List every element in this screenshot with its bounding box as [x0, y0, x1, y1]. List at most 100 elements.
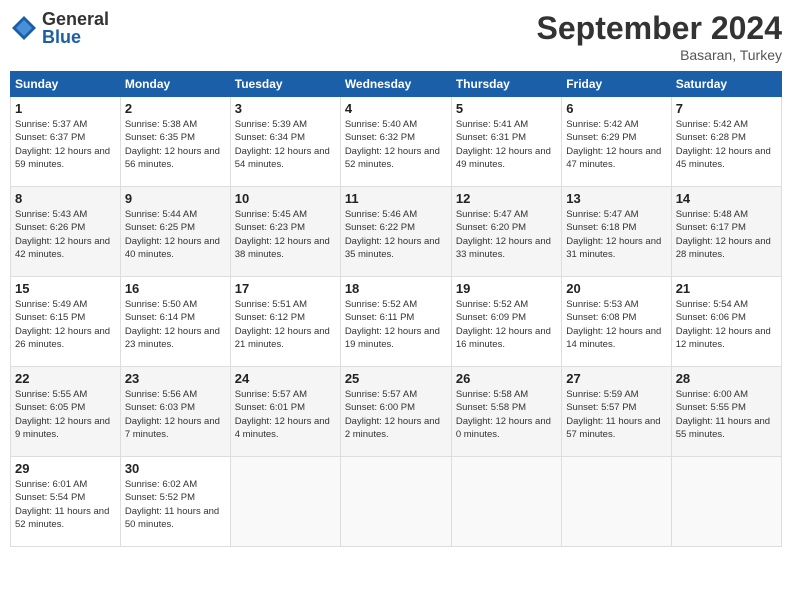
day-info: Sunrise: 5:40 AMSunset: 6:32 PMDaylight:… [345, 119, 440, 170]
col-sunday: Sunday [11, 72, 121, 97]
col-monday: Monday [120, 72, 230, 97]
col-friday: Friday [562, 72, 671, 97]
col-tuesday: Tuesday [230, 72, 340, 97]
day-info: Sunrise: 5:39 AMSunset: 6:34 PMDaylight:… [235, 119, 330, 170]
day-number: 28 [676, 371, 777, 386]
calendar-cell: 17 Sunrise: 5:51 AMSunset: 6:12 PMDaylig… [230, 277, 340, 367]
calendar-cell: 19 Sunrise: 5:52 AMSunset: 6:09 PMDaylig… [451, 277, 561, 367]
col-wednesday: Wednesday [340, 72, 451, 97]
calendar-cell: 15 Sunrise: 5:49 AMSunset: 6:15 PMDaylig… [11, 277, 121, 367]
calendar-cell [562, 457, 671, 547]
day-number: 13 [566, 191, 666, 206]
day-info: Sunrise: 5:51 AMSunset: 6:12 PMDaylight:… [235, 299, 330, 350]
calendar-row: 22 Sunrise: 5:55 AMSunset: 6:05 PMDaylig… [11, 367, 782, 457]
day-number: 22 [15, 371, 116, 386]
calendar-cell: 25 Sunrise: 5:57 AMSunset: 6:00 PMDaylig… [340, 367, 451, 457]
calendar-cell: 10 Sunrise: 5:45 AMSunset: 6:23 PMDaylig… [230, 187, 340, 277]
calendar-row: 8 Sunrise: 5:43 AMSunset: 6:26 PMDayligh… [11, 187, 782, 277]
calendar-table: Sunday Monday Tuesday Wednesday Thursday… [10, 71, 782, 547]
calendar-cell: 29 Sunrise: 6:01 AMSunset: 5:54 PMDaylig… [11, 457, 121, 547]
day-info: Sunrise: 5:48 AMSunset: 6:17 PMDaylight:… [676, 209, 771, 260]
day-info: Sunrise: 5:57 AMSunset: 6:01 PMDaylight:… [235, 389, 330, 440]
day-info: Sunrise: 5:47 AMSunset: 6:20 PMDaylight:… [456, 209, 551, 260]
day-number: 15 [15, 281, 116, 296]
calendar-cell: 18 Sunrise: 5:52 AMSunset: 6:11 PMDaylig… [340, 277, 451, 367]
calendar-cell: 6 Sunrise: 5:42 AMSunset: 6:29 PMDayligh… [562, 97, 671, 187]
day-info: Sunrise: 5:37 AMSunset: 6:37 PMDaylight:… [15, 119, 110, 170]
day-number: 26 [456, 371, 557, 386]
day-info: Sunrise: 6:00 AMSunset: 5:55 PMDaylight:… [676, 389, 770, 440]
day-info: Sunrise: 5:52 AMSunset: 6:09 PMDaylight:… [456, 299, 551, 350]
day-info: Sunrise: 5:55 AMSunset: 6:05 PMDaylight:… [15, 389, 110, 440]
day-number: 30 [125, 461, 226, 476]
calendar-cell: 16 Sunrise: 5:50 AMSunset: 6:14 PMDaylig… [120, 277, 230, 367]
day-number: 12 [456, 191, 557, 206]
calendar-cell: 13 Sunrise: 5:47 AMSunset: 6:18 PMDaylig… [562, 187, 671, 277]
day-number: 5 [456, 101, 557, 116]
logo-general-text: General [42, 10, 109, 28]
calendar-header-row: Sunday Monday Tuesday Wednesday Thursday… [11, 72, 782, 97]
logo-text: General Blue [42, 10, 109, 46]
day-number: 3 [235, 101, 336, 116]
day-info: Sunrise: 5:45 AMSunset: 6:23 PMDaylight:… [235, 209, 330, 260]
day-number: 24 [235, 371, 336, 386]
day-number: 21 [676, 281, 777, 296]
calendar-row: 1 Sunrise: 5:37 AMSunset: 6:37 PMDayligh… [11, 97, 782, 187]
day-info: Sunrise: 5:43 AMSunset: 6:26 PMDaylight:… [15, 209, 110, 260]
day-info: Sunrise: 5:58 AMSunset: 5:58 PMDaylight:… [456, 389, 551, 440]
day-info: Sunrise: 5:49 AMSunset: 6:15 PMDaylight:… [15, 299, 110, 350]
calendar-cell: 4 Sunrise: 5:40 AMSunset: 6:32 PMDayligh… [340, 97, 451, 187]
day-number: 9 [125, 191, 226, 206]
calendar-cell: 9 Sunrise: 5:44 AMSunset: 6:25 PMDayligh… [120, 187, 230, 277]
day-number: 14 [676, 191, 777, 206]
day-info: Sunrise: 5:44 AMSunset: 6:25 PMDaylight:… [125, 209, 220, 260]
day-number: 11 [345, 191, 447, 206]
day-number: 6 [566, 101, 666, 116]
calendar-cell: 7 Sunrise: 5:42 AMSunset: 6:28 PMDayligh… [671, 97, 781, 187]
title-block: September 2024 Basaran, Turkey [537, 10, 782, 63]
calendar-cell [671, 457, 781, 547]
day-info: Sunrise: 5:54 AMSunset: 6:06 PMDaylight:… [676, 299, 771, 350]
calendar-cell: 23 Sunrise: 5:56 AMSunset: 6:03 PMDaylig… [120, 367, 230, 457]
day-number: 4 [345, 101, 447, 116]
day-info: Sunrise: 5:46 AMSunset: 6:22 PMDaylight:… [345, 209, 440, 260]
calendar-cell: 22 Sunrise: 5:55 AMSunset: 6:05 PMDaylig… [11, 367, 121, 457]
day-info: Sunrise: 5:38 AMSunset: 6:35 PMDaylight:… [125, 119, 220, 170]
calendar-cell: 11 Sunrise: 5:46 AMSunset: 6:22 PMDaylig… [340, 187, 451, 277]
day-number: 25 [345, 371, 447, 386]
logo-blue-text: Blue [42, 28, 109, 46]
calendar-cell [451, 457, 561, 547]
calendar-cell: 2 Sunrise: 5:38 AMSunset: 6:35 PMDayligh… [120, 97, 230, 187]
calendar-cell: 12 Sunrise: 5:47 AMSunset: 6:20 PMDaylig… [451, 187, 561, 277]
month-title: September 2024 [537, 10, 782, 47]
day-number: 8 [15, 191, 116, 206]
day-number: 17 [235, 281, 336, 296]
calendar-cell: 3 Sunrise: 5:39 AMSunset: 6:34 PMDayligh… [230, 97, 340, 187]
day-number: 16 [125, 281, 226, 296]
calendar-cell [340, 457, 451, 547]
calendar-cell: 21 Sunrise: 5:54 AMSunset: 6:06 PMDaylig… [671, 277, 781, 367]
col-thursday: Thursday [451, 72, 561, 97]
calendar-cell: 26 Sunrise: 5:58 AMSunset: 5:58 PMDaylig… [451, 367, 561, 457]
day-info: Sunrise: 5:47 AMSunset: 6:18 PMDaylight:… [566, 209, 661, 260]
day-number: 19 [456, 281, 557, 296]
calendar-cell: 20 Sunrise: 5:53 AMSunset: 6:08 PMDaylig… [562, 277, 671, 367]
page-header: General Blue September 2024 Basaran, Tur… [10, 10, 782, 63]
day-info: Sunrise: 5:57 AMSunset: 6:00 PMDaylight:… [345, 389, 440, 440]
day-info: Sunrise: 5:59 AMSunset: 5:57 PMDaylight:… [566, 389, 660, 440]
calendar-cell: 30 Sunrise: 6:02 AMSunset: 5:52 PMDaylig… [120, 457, 230, 547]
logo: General Blue [10, 10, 109, 46]
day-number: 23 [125, 371, 226, 386]
calendar-cell: 8 Sunrise: 5:43 AMSunset: 6:26 PMDayligh… [11, 187, 121, 277]
day-info: Sunrise: 5:42 AMSunset: 6:29 PMDaylight:… [566, 119, 661, 170]
day-number: 1 [15, 101, 116, 116]
day-number: 18 [345, 281, 447, 296]
logo-icon [10, 14, 38, 42]
calendar-cell: 28 Sunrise: 6:00 AMSunset: 5:55 PMDaylig… [671, 367, 781, 457]
calendar-cell: 1 Sunrise: 5:37 AMSunset: 6:37 PMDayligh… [11, 97, 121, 187]
day-info: Sunrise: 5:42 AMSunset: 6:28 PMDaylight:… [676, 119, 771, 170]
day-info: Sunrise: 6:02 AMSunset: 5:52 PMDaylight:… [125, 479, 219, 530]
calendar-cell: 24 Sunrise: 5:57 AMSunset: 6:01 PMDaylig… [230, 367, 340, 457]
day-info: Sunrise: 5:52 AMSunset: 6:11 PMDaylight:… [345, 299, 440, 350]
calendar-cell: 14 Sunrise: 5:48 AMSunset: 6:17 PMDaylig… [671, 187, 781, 277]
